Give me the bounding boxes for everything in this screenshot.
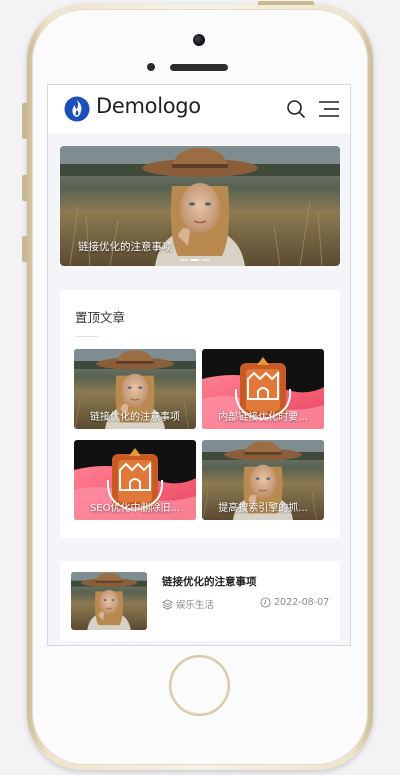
earpiece-speaker: [170, 64, 228, 71]
pinned-tile-1[interactable]: 链接优化的注意事项: [74, 349, 196, 429]
volume-up-button: [22, 175, 27, 201]
hero-pagination: [180, 259, 210, 261]
pinned-tile-4[interactable]: 提高搜索引擎的抓...: [202, 440, 324, 520]
article-title[interactable]: 链接优化的注意事项: [162, 574, 257, 589]
hero-dot[interactable]: [202, 259, 210, 261]
phone-screen: Demologo 链接优化的注意事项 置顶文章 链接优化的注意事项 内部链接优化…: [47, 84, 351, 646]
front-camera: [193, 34, 205, 46]
section-divider: [75, 336, 99, 337]
date-label: 2022-08-07: [274, 597, 330, 608]
pinned-tile-2[interactable]: 内部链接优化时要...: [202, 349, 324, 429]
hero-banner[interactable]: 链接优化的注意事项: [60, 146, 340, 266]
section-title: 置顶文章: [75, 310, 126, 325]
menu-icon[interactable]: [318, 100, 340, 118]
clock-icon: [260, 597, 271, 608]
pinned-articles-section: 置顶文章 链接优化的注意事项 内部链接优化时要... SEO优化中删除旧... …: [60, 290, 340, 538]
power-button: [258, 1, 314, 5]
article-thumbnail[interactable]: [71, 572, 147, 630]
logo-flame-icon[interactable]: [64, 96, 90, 122]
pinned-tile-3[interactable]: SEO优化中删除旧...: [74, 440, 196, 520]
proximity-sensor: [147, 63, 155, 71]
thumbnail-image: [71, 572, 147, 630]
article-list-item[interactable]: 链接优化的注意事项 娱乐生活 2022-08-07: [60, 561, 340, 641]
category-label: 娱乐生活: [176, 600, 215, 611]
article-date: 2022-08-07: [260, 597, 329, 608]
article-category[interactable]: 娱乐生活: [162, 597, 214, 611]
hero-dot[interactable]: [180, 259, 188, 261]
tile-caption: 提高搜索引擎的抓...: [218, 503, 308, 514]
logo-text[interactable]: Demologo: [96, 94, 201, 118]
tile-caption: SEO优化中删除旧...: [89, 503, 181, 514]
mute-switch: [22, 103, 27, 139]
hero-caption[interactable]: 链接优化的注意事项: [78, 239, 173, 254]
home-button[interactable]: [169, 655, 230, 716]
tile-caption: 内部链接优化时要...: [218, 412, 308, 423]
tile-caption: 链接优化的注意事项: [90, 412, 180, 423]
hero-dot-active[interactable]: [191, 259, 199, 261]
volume-down-button: [22, 236, 27, 262]
site-header: Demologo: [48, 85, 350, 133]
search-icon[interactable]: [286, 99, 306, 119]
layers-icon: [162, 598, 173, 610]
